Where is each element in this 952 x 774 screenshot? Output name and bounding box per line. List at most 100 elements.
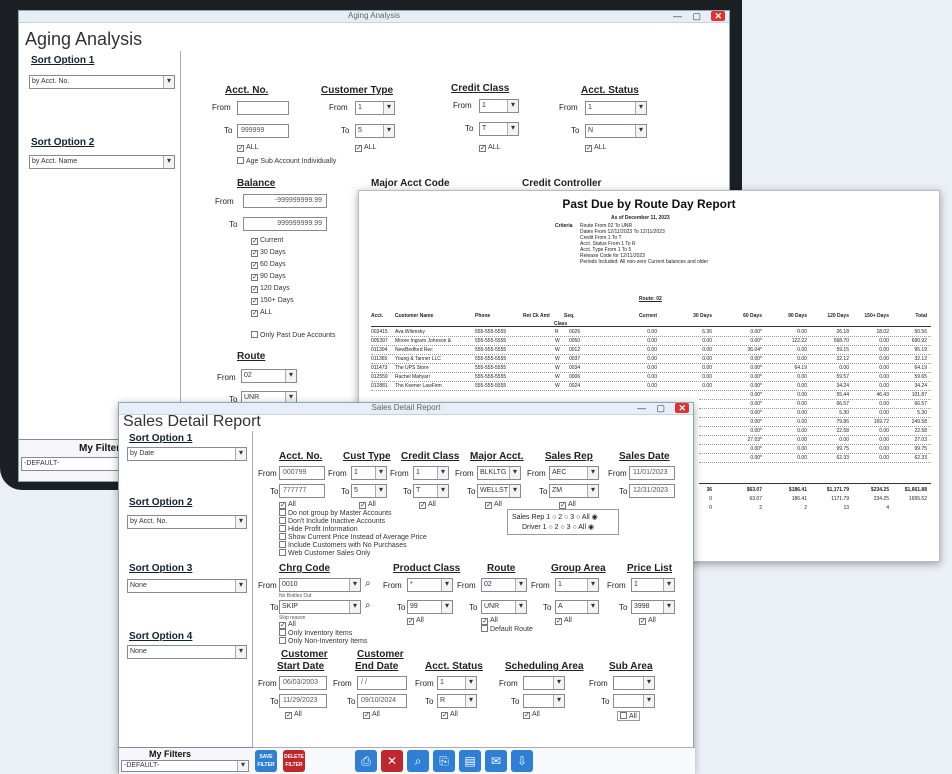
balance-option-checkbox[interactable]: ✓ Current: [251, 237, 283, 245]
acct-status-all-checkbox[interactable]: ✓ ALL: [585, 144, 606, 152]
acct-no-to-input[interactable]: 999999: [237, 124, 289, 138]
binoculars-icon[interactable]: ⌕: [365, 578, 371, 589]
product-class-to-select[interactable]: 99: [407, 600, 453, 614]
sales-date-from-input[interactable]: 11/01/2023: [629, 466, 675, 480]
acct-status-to-select[interactable]: R: [437, 694, 477, 708]
sales-rep-to-select[interactable]: ZM: [549, 484, 599, 498]
report-option-checkbox[interactable]: Don't Include Inactive Accounts: [279, 517, 385, 525]
price-list-from-select[interactable]: 1: [631, 578, 675, 592]
credit-class-from-select[interactable]: 1: [479, 99, 519, 113]
acct-no-from-input[interactable]: [237, 101, 289, 115]
sub-area-from-select[interactable]: [613, 676, 655, 690]
sales-date-to-input[interactable]: 12/31/2023: [629, 484, 675, 498]
group-area-from-select[interactable]: 1: [555, 578, 599, 592]
balance-option-checkbox[interactable]: ✓ 60 Days: [251, 261, 286, 269]
printer-icon[interactable]: ▤: [459, 750, 481, 772]
sales-rep-radio[interactable]: Sales Rep 1 ○ 2 ○ 3 ○ All ◉: [512, 513, 598, 521]
cust-end-all-checkbox[interactable]: ✓ All: [363, 711, 380, 719]
acct-status-to-select[interactable]: N: [585, 124, 647, 138]
balance-option-checkbox[interactable]: ✓ 120 Days: [251, 285, 290, 293]
credit-class-to-select[interactable]: T: [413, 484, 449, 498]
email-icon[interactable]: ✉: [485, 750, 507, 772]
sub-area-all-checkbox[interactable]: All: [617, 711, 640, 721]
cust-type-from-select[interactable]: 1: [351, 466, 387, 480]
sort-option-4-select[interactable]: None: [127, 645, 247, 659]
major-acct-to-select[interactable]: WELLST: [477, 484, 521, 498]
cust-start-from-input[interactable]: 06/03/2003: [279, 676, 327, 690]
acct-no-all-checkbox[interactable]: ✓ ALL: [237, 144, 258, 152]
delete-filter-button[interactable]: DELETE FILTER: [283, 750, 305, 772]
acct-no-from-input[interactable]: 000799: [279, 466, 325, 480]
cust-end-to-input[interactable]: 09/10/2024: [357, 694, 407, 708]
report-option-checkbox[interactable]: Include Customers with No Purchases: [279, 541, 407, 549]
sort-option-1-select[interactable]: by Acct. No.: [29, 75, 175, 89]
age-sub-account-checkbox[interactable]: Age Sub Account Individually: [237, 157, 336, 165]
sched-area-to-select[interactable]: [523, 694, 565, 708]
acct-status-from-select[interactable]: 1: [585, 101, 647, 115]
route-from-select[interactable]: 02: [241, 369, 297, 383]
report-option-checkbox[interactable]: Web Customer Sales Only: [279, 549, 370, 557]
acct-no-to-input[interactable]: 777777: [279, 484, 325, 498]
driver-radio[interactable]: Driver 1 ○ 2 ○ 3 ○ All ◉: [522, 523, 594, 531]
credit-class-from-select[interactable]: 1: [413, 466, 449, 480]
print-icon[interactable]: ⎙: [355, 750, 377, 772]
window-controls[interactable]: — ▢ ✕: [673, 11, 725, 22]
product-class-from-select[interactable]: *: [407, 578, 453, 592]
sort-option-2-select[interactable]: by Acct. Name: [29, 155, 175, 169]
major-acct-all-checkbox[interactable]: ✓ All: [485, 501, 502, 509]
credit-class-all-checkbox[interactable]: ✓ ALL: [479, 144, 500, 152]
route-from-select[interactable]: 02: [481, 578, 527, 592]
balance-option-checkbox[interactable]: ✓ ALL: [251, 309, 272, 317]
cust-type-all-checkbox[interactable]: ✓ All: [359, 501, 376, 509]
price-list-all-checkbox[interactable]: ✓ All: [639, 617, 656, 625]
cust-end-from-input[interactable]: / /: [357, 676, 407, 690]
price-list-to-select[interactable]: 3998: [631, 600, 675, 614]
report-option-checkbox[interactable]: Hide Profit Information: [279, 525, 358, 533]
only-past-due-checkbox[interactable]: Only Past Due Accounts: [251, 331, 335, 339]
sched-area-all-checkbox[interactable]: ✓ All: [523, 711, 540, 719]
save-filter-button[interactable]: SAVE FILTER: [255, 750, 277, 772]
credit-class-to-select[interactable]: T: [479, 122, 519, 136]
product-class-all-checkbox[interactable]: ✓ All: [407, 617, 424, 625]
print-preview-icon[interactable]: ⎘: [433, 750, 455, 772]
customer-type-all-checkbox[interactable]: ✓ ALL: [355, 144, 376, 152]
search-icon[interactable]: ⌕: [407, 750, 429, 772]
credit-class-all-checkbox[interactable]: ✓ All: [419, 501, 436, 509]
sales-rep-all-checkbox[interactable]: ✓ All: [559, 501, 576, 509]
only-non-inventory-checkbox[interactable]: Only Non-Inventory Items: [279, 637, 367, 645]
report-option-checkbox[interactable]: Do not group by Master Accounts: [279, 509, 392, 517]
sort-option-2-select[interactable]: by Acct. No.: [127, 515, 247, 529]
major-acct-from-select[interactable]: BLKLTG: [477, 466, 521, 480]
chrg-code-to-select[interactable]: SKIP: [279, 600, 361, 614]
acct-status-from-select[interactable]: 1: [437, 676, 477, 690]
chrg-code-from-select[interactable]: 0010: [279, 578, 361, 592]
export-icon[interactable]: ⇩: [511, 750, 533, 772]
binoculars-icon[interactable]: ⌕: [365, 600, 371, 611]
sched-area-from-select[interactable]: [523, 676, 565, 690]
cust-start-all-checkbox[interactable]: ✓ All: [285, 711, 302, 719]
chrg-code-all-checkbox[interactable]: ✓ All: [279, 621, 296, 629]
close-icon[interactable]: ✕: [711, 11, 725, 21]
route-all-checkbox[interactable]: ✓ All: [481, 617, 498, 625]
cust-type-to-select[interactable]: 5: [351, 484, 387, 498]
sort-option-3-select[interactable]: None: [127, 579, 247, 593]
my-filters-select[interactable]: -DEFAULT-: [121, 760, 249, 772]
group-area-all-checkbox[interactable]: ✓ All: [555, 617, 572, 625]
sort-option-1-select[interactable]: by Date: [127, 447, 247, 461]
sales-rep-from-select[interactable]: AEC: [549, 466, 599, 480]
close-icon[interactable]: ✕: [675, 403, 689, 413]
default-route-checkbox[interactable]: Default Route: [481, 625, 533, 633]
sub-area-to-select[interactable]: [613, 694, 655, 708]
report-option-checkbox[interactable]: Show Current Price Instead of Average Pr…: [279, 533, 427, 541]
cust-start-to-input[interactable]: 11/29/2023: [279, 694, 327, 708]
balance-option-checkbox[interactable]: ✓ 90 Days: [251, 273, 286, 281]
acct-no-all-checkbox[interactable]: ✓ All: [279, 501, 296, 509]
balance-to-input[interactable]: 999999999.99: [243, 217, 327, 231]
customer-type-from-select[interactable]: 1: [355, 101, 395, 115]
balance-option-checkbox[interactable]: ✓ 150+ Days: [251, 297, 294, 305]
close-icon[interactable]: ✕: [381, 750, 403, 772]
customer-type-to-select[interactable]: 5: [355, 124, 395, 138]
acct-status-all-checkbox[interactable]: ✓ All: [441, 711, 458, 719]
group-area-to-select[interactable]: A: [555, 600, 599, 614]
balance-option-checkbox[interactable]: ✓ 30 Days: [251, 249, 286, 257]
